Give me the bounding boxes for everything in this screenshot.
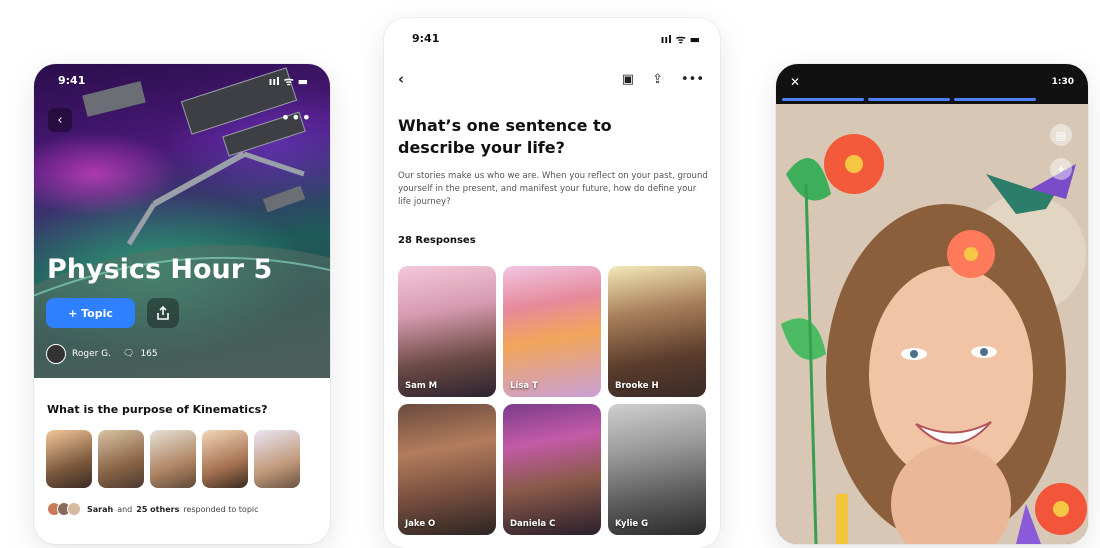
sticker-icon[interactable]: ▤ [1050,124,1072,146]
response-card[interactable]: Jake O [398,404,496,535]
chevron-left-icon: ‹ [57,112,63,128]
page-title: Physics Hour 5 [47,254,273,285]
status-time: 9:41 [58,74,86,87]
author-row: Roger G. 🗨 165 [46,344,158,364]
video-progress [782,98,1036,101]
question-description: Our stories make us who we are. When you… [398,171,708,207]
responder-avatars [47,502,81,516]
response-thumbnail[interactable] [202,430,248,488]
comment-count: 165 [140,349,158,359]
avatar[interactable] [46,344,66,364]
share-icon [157,306,169,320]
flower [824,134,884,194]
responder-suffix: responded to topic [183,504,259,514]
share-icon[interactable]: ⇪ [652,72,663,87]
back-button[interactable]: ‹ [398,70,404,88]
responder-and: and [117,504,133,514]
responses-grid: Sam M Lisa T Brooke H Jake O Daniela C K… [398,266,706,535]
close-button[interactable]: ✕ [790,75,800,89]
response-author: Jake O [405,519,436,529]
status-icons: ııl ᯤ ▬ [660,33,700,46]
progress-segment [868,98,950,101]
question-screen: 9:41 ııl ᯤ ▬ ‹ ▣ ⇪ ••• What’s one senten… [384,18,720,548]
back-button[interactable]: ‹ [48,108,72,132]
responses-count: 28 Responses [398,235,476,246]
response-author: Daniela C [510,519,556,529]
status-bar: 9:41 ııl ᯤ ▬ [412,32,700,47]
add-topic-button[interactable]: + Topic [46,298,135,328]
response-thumbnail[interactable] [46,430,92,488]
video-screen: ✕ 1:30 ▤ ✦ [776,64,1088,544]
response-author: Brooke H [615,381,659,391]
author-name[interactable]: Roger G. [72,349,111,359]
response-thumbnail[interactable] [254,430,300,488]
question-heading: What’s one sentence to describe your lif… [398,116,612,157]
progress-segment [954,98,1036,101]
nav-actions: ▣ ⇪ ••• [622,72,704,87]
share-button[interactable] [147,298,179,328]
response-thumbnail[interactable] [150,430,196,488]
response-card[interactable]: Brooke H [608,266,706,397]
question-title: What is the purpose of Kinematics? [47,403,268,416]
response-author: Sam M [405,381,438,391]
topic-screen: 9:41 ııl ᯤ ▬ ‹ ••• Physics Hour 5 + Topi… [34,64,330,544]
captions-icon[interactable]: ▣ [622,72,634,87]
status-bar: 9:41 ııl ᯤ ▬ [58,74,308,89]
video-frame[interactable]: ▤ ✦ [776,104,1088,544]
response-card[interactable]: Sam M [398,266,496,397]
status-icons: ııl ᯤ ▬ [268,75,308,88]
response-thumbnails [46,430,300,488]
response-author: Lisa T [510,381,538,391]
response-card[interactable]: Kylie G [608,404,706,535]
more-options-button[interactable]: ••• [681,72,704,87]
effects-icon[interactable]: ✦ [1050,158,1072,180]
nav-bar: ‹ ▣ ⇪ ••• [398,70,704,88]
progress-segment [782,98,864,101]
response-card[interactable]: Lisa T [503,266,601,397]
comment-icon: 🗨 [123,349,135,359]
status-time: 9:41 [412,32,440,45]
response-thumbnail[interactable] [98,430,144,488]
ar-flowers-scene [776,104,1088,544]
response-author: Kylie G [615,519,649,529]
video-time: 1:30 [1051,77,1074,87]
response-card[interactable]: Daniela C [503,404,601,535]
video-top-bar: ✕ 1:30 [776,64,1088,100]
responder-count: 25 others [136,504,180,514]
responders-summary: Sarah and 25 others responded to topic [47,502,259,516]
more-options-button[interactable]: ••• [281,108,312,127]
responder-names: Sarah [87,504,114,514]
